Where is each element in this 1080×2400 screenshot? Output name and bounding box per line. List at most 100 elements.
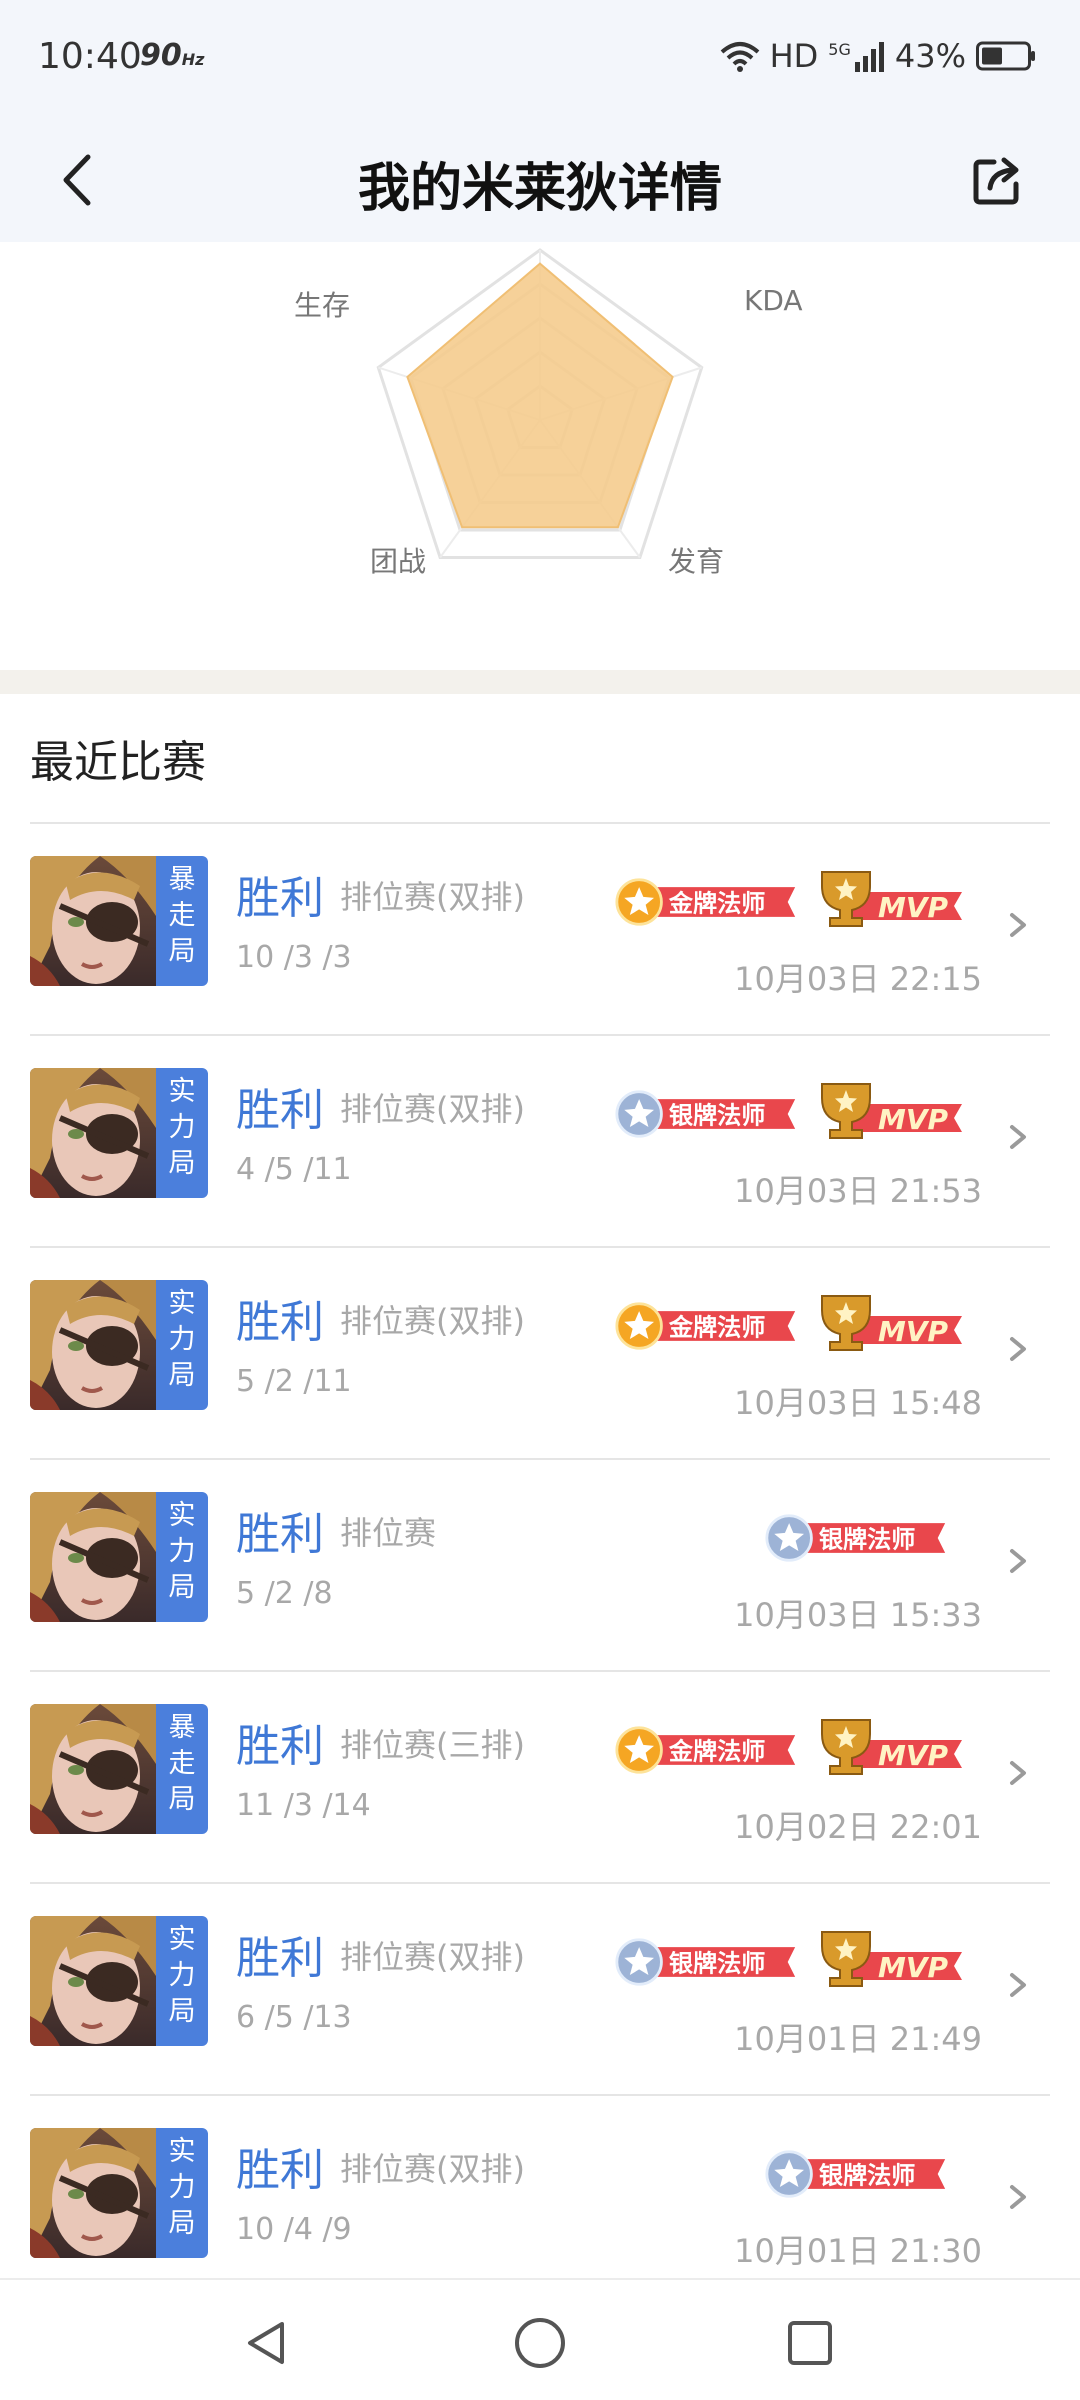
mvp-badge: MVP	[821, 1719, 962, 1775]
chevron-right-icon	[1010, 1549, 1026, 1573]
app-header: 我的米莱狄详情	[0, 112, 1080, 242]
match-row[interactable]: 暴走局 胜利 排位赛(三排) 11 /3 /14 10月02日 22:01 金牌…	[0, 1672, 1080, 1884]
match-row[interactable]: 实力局 胜利 排位赛(双排) 5 /2 /11 10月03日 15:48 金牌法…	[0, 1248, 1080, 1460]
medal-label: 金牌法师	[668, 1313, 766, 1341]
hero-avatar: 暴走局	[30, 1704, 208, 1834]
refresh-rate: 90Hz	[140, 38, 204, 73]
refresh-rate-unit: Hz	[181, 50, 205, 69]
refresh-rate-value: 90	[140, 38, 182, 73]
mvp-badge: MVP	[821, 1931, 962, 1987]
match-time: 10月01日 21:30	[734, 2232, 982, 2270]
match-result: 胜利	[236, 873, 324, 924]
gold-medal-badge: 金牌法师	[615, 878, 796, 926]
hero-portrait-image	[30, 1280, 156, 1410]
medal-label: 金牌法师	[668, 1737, 766, 1765]
chevron-right-icon	[1010, 1337, 1026, 1361]
chevron-right-icon	[1010, 1761, 1026, 1785]
match-tag: 暴走局	[156, 856, 208, 986]
hero-avatar: 实力局	[30, 1280, 208, 1410]
match-kda: 10 /3 /3	[236, 940, 352, 975]
share-icon	[973, 157, 1019, 205]
status-bar: 10:40 90Hz HD 5G 43%	[0, 0, 1080, 112]
nav-back-icon	[248, 2322, 284, 2364]
mvp-label: MVP	[878, 891, 949, 924]
nav-home-button[interactable]	[505, 2308, 575, 2378]
nav-back-button[interactable]	[232, 2308, 302, 2378]
nav-recents-button[interactable]	[775, 2308, 845, 2378]
match-kda: 5 /2 /8	[236, 1576, 333, 1611]
medal-label: 银牌法师	[819, 1525, 916, 1553]
battery-percent: 43%	[894, 37, 966, 75]
hero-avatar: 实力局	[30, 2128, 208, 2258]
match-tag: 实力局	[156, 1916, 208, 2046]
match-row[interactable]: 实力局 胜利 排位赛(双排) 6 /5 /13 10月01日 21:49 银牌法…	[0, 1884, 1080, 2096]
match-result: 胜利	[236, 1085, 324, 1136]
gold-medal-badge: 金牌法师	[615, 1726, 796, 1774]
match-row[interactable]: 暴走局 胜利 排位赛(双排) 10 /3 /3 10月03日 22:15 金牌法…	[0, 824, 1080, 1036]
recent-matches-title: 最近比赛	[30, 737, 206, 788]
hero-portrait-image	[30, 856, 156, 986]
hero-portrait-image	[30, 1068, 156, 1198]
medal-label: 金牌法师	[668, 889, 766, 917]
match-mode: 排位赛(双排)	[340, 1938, 525, 1976]
mvp-badge: MVP	[821, 871, 962, 927]
mvp-label: MVP	[878, 1103, 949, 1136]
match-tag: 暴走局	[156, 1704, 208, 1834]
match-row[interactable]: 实力局 胜利 排位赛(双排) 4 /5 /11 10月03日 21:53 银牌法…	[0, 1036, 1080, 1248]
hero-portrait-image	[30, 1704, 156, 1834]
hero-portrait-image	[30, 1916, 156, 2046]
match-time: 10月01日 21:49	[734, 2020, 982, 2058]
system-nav-bar	[0, 2278, 1080, 2400]
radar-chart	[376, 248, 704, 559]
match-kda: 6 /5 /13	[236, 2000, 352, 2035]
silver-medal-badge: 银牌法师	[765, 2150, 946, 2198]
match-kda: 5 /2 /11	[236, 1364, 352, 1399]
match-time: 10月03日 15:33	[734, 1596, 982, 1634]
wifi-icon	[720, 42, 759, 72]
match-mode: 排位赛	[340, 1514, 437, 1552]
status-indicators: HD 5G 43%	[720, 32, 1036, 80]
section-divider	[0, 670, 1080, 694]
match-kda: 4 /5 /11	[236, 1152, 352, 1187]
radar-shape	[406, 262, 674, 529]
match-mode: 排位赛(三排)	[340, 1726, 525, 1764]
match-row[interactable]: 实力局 胜利 排位赛 5 /2 /8 10月03日 15:33 银牌法师	[0, 1460, 1080, 1672]
medal-label: 银牌法师	[669, 1101, 766, 1129]
network-5g: 5G	[828, 40, 885, 72]
network-hd: HD	[769, 37, 819, 75]
radar-label-teamfight: 团战	[370, 545, 427, 578]
radar-section: 生存 KDA 团战 发育	[0, 242, 1080, 670]
share-button[interactable]	[968, 150, 1028, 210]
nav-recents-icon	[788, 2321, 832, 2365]
silver-medal-badge: 银牌法师	[615, 1090, 796, 1138]
mvp-label: MVP	[878, 1739, 949, 1772]
match-result: 胜利	[236, 1297, 324, 1348]
hero-avatar: 实力局	[30, 1068, 208, 1198]
radar-label-survival: 生存	[294, 289, 351, 322]
match-time: 10月03日 22:15	[734, 960, 982, 998]
hero-avatar: 实力局	[30, 1492, 208, 1622]
chevron-right-icon	[1010, 1125, 1026, 1149]
match-result: 胜利	[236, 2145, 324, 2196]
match-result: 胜利	[236, 1509, 324, 1560]
match-time: 10月03日 21:53	[734, 1172, 982, 1210]
chevron-right-icon	[1010, 2185, 1026, 2209]
mvp-badge: MVP	[821, 1295, 962, 1351]
mvp-label: MVP	[878, 1315, 949, 1348]
match-mode: 排位赛(双排)	[340, 2150, 525, 2188]
radar-label-kda: KDA	[744, 284, 803, 317]
hero-portrait-image	[30, 2128, 156, 2258]
nav-home-icon	[515, 2318, 565, 2368]
match-time: 10月03日 15:48	[734, 1384, 982, 1422]
chevron-right-icon	[1010, 1973, 1026, 1997]
match-tag: 实力局	[156, 1492, 208, 1622]
silver-medal-badge: 银牌法师	[615, 1938, 796, 1986]
radar-label-farming: 发育	[668, 545, 725, 578]
match-row[interactable]: 实力局 胜利 排位赛(双排) 10 /4 /9 10月01日 21:30 银牌法…	[0, 2096, 1080, 2308]
chevron-right-icon	[1010, 913, 1026, 937]
match-result: 胜利	[236, 1721, 324, 1772]
medal-label: 银牌法师	[669, 1949, 766, 1977]
silver-medal-badge: 银牌法师	[765, 1514, 946, 1562]
match-tag: 实力局	[156, 2128, 208, 2258]
match-result: 胜利	[236, 1933, 324, 1984]
